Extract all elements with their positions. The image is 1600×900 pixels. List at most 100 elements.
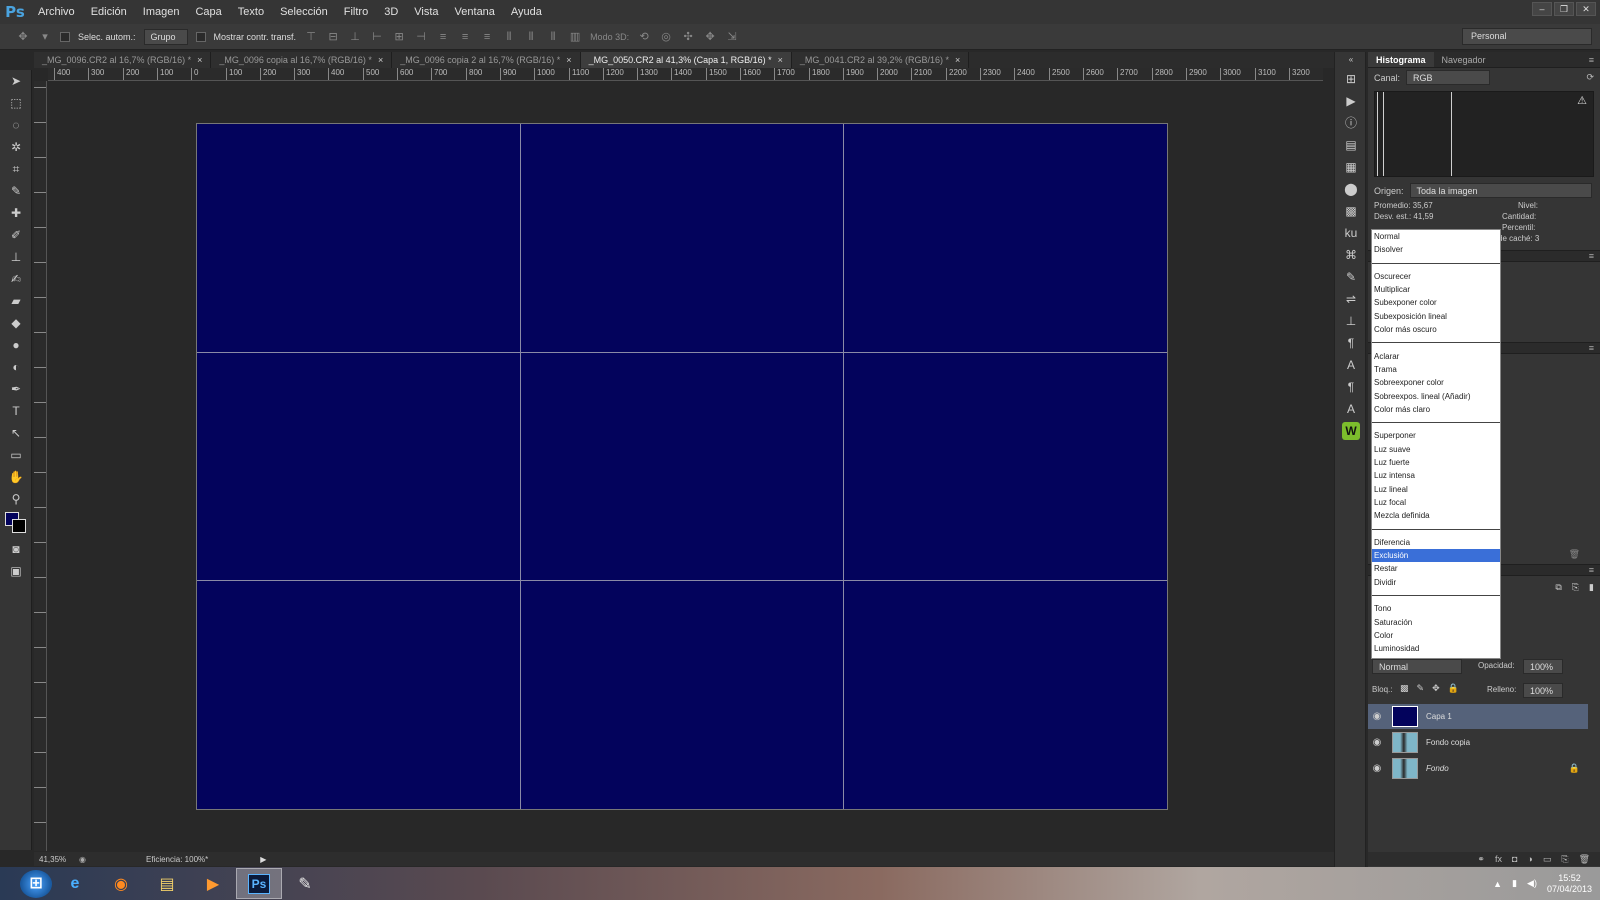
align-right-icon[interactable]: ⊣ bbox=[414, 30, 428, 44]
eyedropper-tool-icon[interactable]: ✎ bbox=[0, 180, 32, 202]
align-bottom-icon[interactable]: ⊥ bbox=[348, 30, 362, 44]
lock-all-icon[interactable]: 🔒 bbox=[1448, 683, 1459, 694]
scale-3d-icon[interactable]: ⇲ bbox=[725, 30, 739, 44]
menu-texto[interactable]: Texto bbox=[230, 0, 272, 24]
tray-arrow-icon[interactable]: ▲ bbox=[1493, 879, 1502, 889]
blend-mode-option[interactable]: Restar bbox=[1372, 562, 1500, 575]
trash-icon[interactable]: 🗑 bbox=[1569, 549, 1580, 560]
distribute-right-icon[interactable]: ⫴ bbox=[546, 30, 560, 44]
blend-mode-option[interactable]: Oscurecer bbox=[1372, 270, 1500, 283]
minimize-button[interactable]: – bbox=[1532, 2, 1552, 16]
guide-horizontal[interactable] bbox=[197, 352, 1167, 354]
status-menu-arrow-icon[interactable]: ▶ bbox=[260, 855, 266, 864]
blend-mode-option[interactable]: Color más claro bbox=[1372, 403, 1500, 416]
character-styles-icon[interactable]: A bbox=[1335, 398, 1367, 420]
paths-icon[interactable]: ⌘ bbox=[1335, 244, 1367, 266]
tab-document[interactable]: _MG_0096 copia 2 al 16,7% (RGB/16) * × bbox=[392, 52, 581, 68]
brush-presets-icon[interactable]: ✎ bbox=[1335, 266, 1367, 288]
lock-position-icon[interactable]: ✥ bbox=[1432, 683, 1440, 694]
layer-row[interactable]: ◉ Fondo 🔒 bbox=[1368, 756, 1588, 781]
canvas-area[interactable] bbox=[48, 82, 1323, 850]
auto-align-icon[interactable]: ▥ bbox=[568, 30, 582, 44]
eraser-tool-icon[interactable]: ▰ bbox=[0, 290, 32, 312]
menu-filtro[interactable]: Filtro bbox=[336, 0, 376, 24]
drag-3d-icon[interactable]: ✣ bbox=[681, 30, 695, 44]
swatches-icon[interactable]: ▩ bbox=[1335, 200, 1367, 222]
slide-3d-icon[interactable]: ✥ bbox=[703, 30, 717, 44]
internet-explorer-icon[interactable]: e bbox=[52, 868, 98, 899]
distribute-hcenter-icon[interactable]: ⫴ bbox=[524, 30, 538, 44]
menu-seleccion[interactable]: Selección bbox=[272, 0, 336, 24]
status-info-icon[interactable]: ◉ bbox=[79, 855, 86, 864]
start-button[interactable]: ⊞ bbox=[20, 869, 52, 898]
adjustment-layer-icon[interactable]: ◑ bbox=[1527, 854, 1532, 864]
file-explorer-icon[interactable]: ▤ bbox=[144, 868, 190, 899]
blend-mode-option[interactable]: Disolver bbox=[1372, 243, 1500, 256]
hand-tool-icon[interactable]: ✋ bbox=[0, 466, 32, 488]
tab-navegador[interactable]: Navegador bbox=[1434, 52, 1494, 67]
dodge-tool-icon[interactable]: ◐ bbox=[0, 356, 32, 378]
magic-wand-tool-icon[interactable]: ✲ bbox=[0, 136, 32, 158]
brush-tool-icon[interactable]: ✐ bbox=[0, 224, 32, 246]
show-transform-checkbox[interactable] bbox=[195, 31, 206, 42]
notes-icon[interactable]: ▤ bbox=[1335, 134, 1367, 156]
fill-field[interactable]: 100% bbox=[1523, 683, 1563, 698]
plugin-w-icon[interactable]: W bbox=[1335, 420, 1367, 442]
link-layers-icon[interactable]: ⚭ bbox=[1477, 854, 1485, 865]
source-dropdown[interactable]: Toda la imagen bbox=[1409, 183, 1592, 198]
blend-mode-option[interactable]: Mezcla definida bbox=[1372, 509, 1500, 522]
blend-mode-option[interactable]: Dividir bbox=[1372, 576, 1500, 589]
type-tool-icon[interactable]: T bbox=[0, 400, 32, 422]
delete-layer-icon[interactable]: 🗑 bbox=[1579, 854, 1590, 865]
blend-mode-option[interactable]: Luminosidad bbox=[1372, 642, 1500, 655]
lasso-tool-icon[interactable]: ◌ bbox=[0, 114, 32, 136]
layer-style-icon[interactable]: fx bbox=[1495, 854, 1502, 864]
background-color[interactable] bbox=[12, 519, 26, 533]
kuler-icon[interactable]: ku bbox=[1335, 222, 1367, 244]
paint-bucket-tool-icon[interactable]: ◆ bbox=[0, 312, 32, 334]
move-tool-icon[interactable]: ➤ bbox=[0, 70, 32, 92]
pen-tool-icon[interactable]: ✒ bbox=[0, 378, 32, 400]
restore-button[interactable]: ❐ bbox=[1554, 2, 1574, 16]
actions-play-icon[interactable]: ▶ bbox=[1335, 90, 1367, 112]
layer-row[interactable]: ◉ Fondo copia bbox=[1368, 730, 1588, 755]
vertical-ruler[interactable] bbox=[34, 81, 47, 851]
blend-mode-dropdown[interactable]: Normal bbox=[1372, 659, 1462, 674]
media-player-icon[interactable]: ▶ bbox=[190, 868, 236, 899]
close-icon[interactable]: × bbox=[197, 55, 202, 65]
rotate-3d-icon[interactable]: ⟲ bbox=[637, 30, 651, 44]
channel-dropdown[interactable]: RGB bbox=[1406, 70, 1491, 85]
quick-mask-icon[interactable]: ◙ bbox=[0, 538, 32, 560]
document-canvas[interactable] bbox=[196, 123, 1168, 810]
eye-icon[interactable]: ◉ bbox=[1368, 711, 1386, 722]
guide-horizontal[interactable] bbox=[197, 580, 1167, 582]
move-tool-icon[interactable]: ✥ bbox=[16, 30, 30, 44]
close-icon[interactable]: × bbox=[378, 55, 383, 65]
histogram-icon[interactable]: ⊞ bbox=[1335, 68, 1367, 90]
blend-mode-option[interactable]: Luz intensa bbox=[1372, 469, 1500, 482]
blend-mode-option[interactable]: Color bbox=[1372, 629, 1500, 642]
volume-icon[interactable]: ◀) bbox=[1527, 878, 1537, 889]
zoom-tool-icon[interactable]: ⚲ bbox=[0, 488, 32, 510]
network-icon[interactable]: ▮ bbox=[1512, 878, 1517, 889]
tab-histograma[interactable]: Histograma bbox=[1368, 52, 1434, 67]
blend-mode-option[interactable]: Subexponer color bbox=[1372, 296, 1500, 309]
lock-transparency-icon[interactable]: ▩ bbox=[1400, 683, 1409, 694]
align-hcenter-icon[interactable]: ⊞ bbox=[392, 30, 406, 44]
blend-mode-option[interactable]: Exclusión bbox=[1372, 549, 1500, 563]
zoom-level[interactable]: 41,35% bbox=[34, 855, 79, 864]
tool-preset-dropdown-icon[interactable]: ▾ bbox=[38, 30, 52, 44]
distribute-left-icon[interactable]: ⫴ bbox=[502, 30, 516, 44]
clone-stamp-tool-icon[interactable]: ⊥ bbox=[0, 246, 32, 268]
healing-brush-tool-icon[interactable]: ✚ bbox=[0, 202, 32, 224]
eye-icon[interactable]: ◉ bbox=[1368, 763, 1386, 774]
align-vcenter-icon[interactable]: ⊟ bbox=[326, 30, 340, 44]
menu-capa[interactable]: Capa bbox=[187, 0, 229, 24]
tab-document[interactable]: _MG_0041.CR2 al 39,2% (RGB/16) * × bbox=[791, 52, 970, 68]
blend-mode-option[interactable]: Luz lineal bbox=[1372, 483, 1500, 496]
distribute-vcenter-icon[interactable]: ≡ bbox=[458, 30, 472, 44]
clock[interactable]: 15:52 07/04/2013 bbox=[1547, 873, 1592, 895]
info-icon[interactable]: ⓘ bbox=[1335, 112, 1367, 134]
menu-edicion[interactable]: Edición bbox=[83, 0, 135, 24]
character-icon[interactable]: A bbox=[1335, 354, 1367, 376]
